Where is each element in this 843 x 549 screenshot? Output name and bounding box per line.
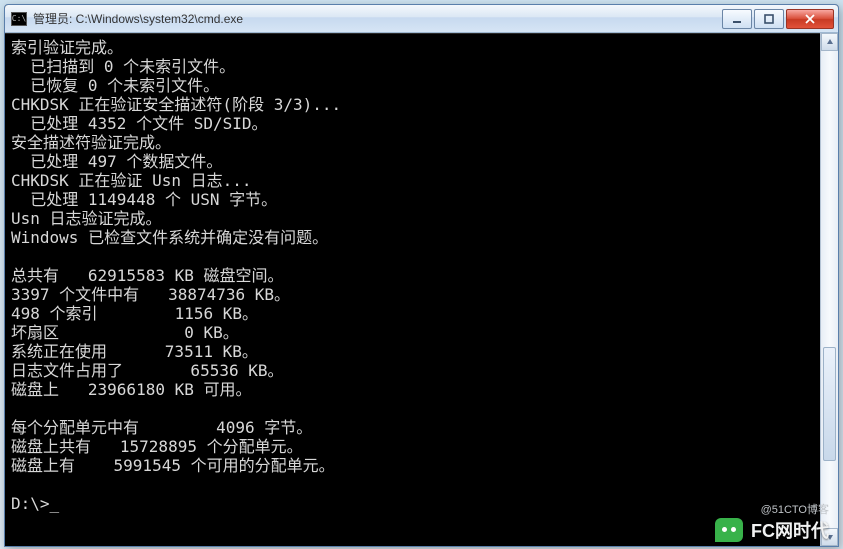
minimize-button[interactable] [722,9,752,29]
titlebar[interactable]: C:\ 管理员: C:\Windows\system32\cmd.exe [5,5,838,33]
desktop: C:\ 管理员: C:\Windows\system32\cmd.exe 索引验… [0,0,843,549]
vertical-scrollbar[interactable] [820,33,838,546]
cmd-icon: C:\ [11,12,27,26]
console-output[interactable]: 索引验证完成。 已扫描到 0 个未索引文件。 已恢复 0 个未索引文件。 CHK… [5,33,838,546]
watermark-text: FC网时代 [751,517,829,543]
watermark: FC网时代 [715,517,829,543]
window-title: 管理员: C:\Windows\system32\cmd.exe [33,10,720,27]
cmd-window: C:\ 管理员: C:\Windows\system32\cmd.exe 索引验… [4,4,839,547]
close-button[interactable] [786,9,834,29]
watermark-sub: @51CTO博客 [761,501,829,517]
scroll-up-button[interactable] [821,33,838,51]
window-controls [720,9,834,29]
scroll-track[interactable] [821,51,838,528]
scroll-thumb[interactable] [823,347,836,461]
wechat-icon [715,518,743,542]
maximize-button[interactable] [754,9,784,29]
